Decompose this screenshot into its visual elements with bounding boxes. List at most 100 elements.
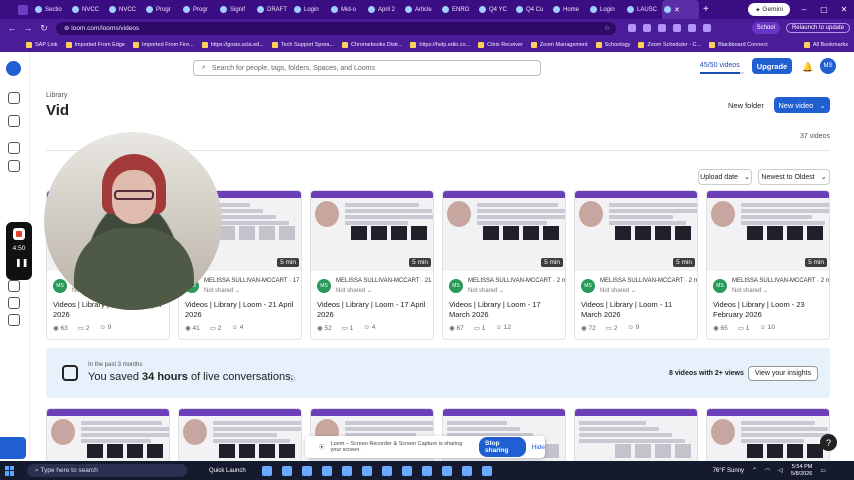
video-thumbnail[interactable]: 5 min [575,191,697,271]
avatar[interactable]: MS [820,58,836,74]
bookmark-item[interactable]: https://gosis.ucla.ed... [201,41,264,48]
tray-chevron-icon[interactable]: ⌃ [752,467,757,474]
notification-bell-icon[interactable]: 🔔 [802,62,813,73]
video-title[interactable]: Videos | Library | Loom - 23 February 20… [713,300,827,320]
taskbar-clock[interactable]: 5:54 PM 5/8/2026 [791,464,812,478]
browser-tab[interactable]: Login [588,0,625,19]
info-icon[interactable]: ⓘ [288,374,295,384]
sort-order-dropdown[interactable]: Newest to Oldest ⌄ [758,169,830,185]
app-icon[interactable] [461,465,472,476]
extension-icon[interactable] [643,24,651,32]
site-info-icon[interactable]: ⊜ [64,24,71,32]
new-folder-button[interactable]: New folder [728,97,764,113]
video-card[interactable]: 5 min MS MELISSA SULLIVAN-MCCART · 2 m Not … [442,190,566,340]
bookmark-item[interactable]: Imported From Edge [65,41,125,48]
home-icon[interactable] [8,142,20,154]
file-explorer-icon[interactable] [261,465,272,476]
video-thumbnail[interactable] [575,409,697,461]
video-card[interactable]: 5 min MS MELISSA SULLIVAN-MCCART · 2 m Not … [574,190,698,340]
bookmark-item[interactable]: Zoom Management [530,41,588,48]
reload-icon[interactable]: ↻ [36,23,52,34]
video-thumbnail[interactable]: 5 min [311,191,433,271]
app-icon[interactable] [381,465,392,476]
share-status[interactable]: Not shared ⌄ [732,287,768,294]
browser-tab[interactable]: NVCC [107,0,144,19]
video-thumbnail[interactable] [47,409,169,461]
browser-tab[interactable]: NVCC [70,0,107,19]
video-thumbnail[interactable] [707,409,829,461]
browser-menu-icon[interactable] [18,4,28,15]
bookmark-item[interactable]: Zoom Scheduler - C... [638,41,701,48]
url-field[interactable]: ⊜ loom.com/looms/videos ☆ [56,21,616,35]
firefox-icon[interactable] [281,465,292,476]
gear-icon[interactable] [8,297,20,309]
forward-icon[interactable]: → [20,23,36,33]
video-card[interactable] [178,408,302,461]
close-window-icon[interactable]: ✕ [834,5,854,14]
taskbar-search-input[interactable]: ⌕ Type here to search [27,464,187,477]
extension-icon[interactable] [688,24,696,32]
bookmark-item[interactable]: Tech Support Sprea... [271,41,334,48]
share-status[interactable]: Not shared ⌄ [204,287,240,294]
bookmark-item[interactable]: https://help.edio.co... [410,41,470,48]
video-thumbnail[interactable] [179,409,301,461]
volume-icon[interactable]: ◁ [778,467,783,474]
webcam-bubble[interactable] [44,132,222,310]
avatar[interactable]: MS [581,279,595,293]
minimize-icon[interactable]: – [794,5,814,14]
new-tab-icon[interactable]: + [703,4,709,15]
browser-tab[interactable]: Signif [218,0,255,19]
loom-logo-icon[interactable] [6,61,21,76]
video-card[interactable]: 5 min MS MELISSA SULLIVAN-MCCART · 2 m Not … [706,190,830,340]
sort-field-dropdown[interactable]: Upload date ⌄ [698,169,752,185]
new-video-button[interactable]: New video ⌄ [774,97,830,113]
upgrade-button[interactable]: Upgrade [752,58,792,74]
archive-icon[interactable] [8,314,20,326]
share-status[interactable]: Not shared ⌄ [468,287,504,294]
browser-tab[interactable]: Sectio [33,0,70,19]
browser-tab[interactable]: Article [403,0,440,19]
relaunch-button[interactable]: Relaunch to update [785,23,850,33]
wifi-icon[interactable]: ◠ [765,467,770,474]
video-title[interactable]: Videos | Library | Loom - 17 April 2026 [317,300,431,320]
video-thumbnail[interactable]: 5 min [707,191,829,271]
video-card[interactable] [46,408,170,461]
app-icon[interactable] [441,465,452,476]
windows-start-icon[interactable] [5,465,15,476]
video-card[interactable] [706,408,830,461]
bookmark-item[interactable]: Imported From Fire... [132,41,194,48]
stop-sharing-button[interactable]: Stop sharing [479,437,526,457]
browser-tab[interactable]: ENRO [440,0,477,19]
video-card[interactable]: 5 min MS MELISSA SULLIVAN-MCCART · 21 d Not… [310,190,434,340]
app-icon[interactable] [361,465,372,476]
extensions-puzzle-icon[interactable] [703,24,711,32]
extension-icon[interactable] [658,24,666,32]
browser-tab[interactable]: Q4 YC [477,0,514,19]
maximize-icon[interactable]: ▢ [814,5,834,14]
outlook-icon[interactable] [401,465,412,476]
all-bookmarks[interactable]: All Bookmarks [803,41,848,48]
workspace-icon[interactable] [8,92,20,104]
browser-tab[interactable]: Progr [144,0,181,19]
browser-tab[interactable]: DRAFT [255,0,292,19]
browser-tab[interactable]: Home [551,0,588,19]
video-card[interactable] [574,408,698,461]
help-button[interactable]: ? [820,434,837,451]
search-input[interactable]: ⌕ Search for people, tags, folders, Spac… [193,60,541,76]
weather-widget[interactable]: 76°F Sunny [713,468,744,474]
bookmark-star-icon[interactable]: ☆ [604,24,610,32]
pause-icon[interactable]: ❚❚ [15,258,28,267]
video-title[interactable]: Videos | Library | Loom - 11 March 2026 [581,300,695,320]
video-thumbnail[interactable]: 5 min [443,191,565,271]
excel-icon[interactable] [481,465,492,476]
browser-tab[interactable]: LAUSC [625,0,662,19]
stop-recording-button[interactable] [13,228,25,240]
browser-tab[interactable]: April 2 [366,0,403,19]
close-tab-icon[interactable]: ✕ [674,6,680,14]
add-user-icon[interactable] [8,115,20,127]
share-status[interactable]: Not shared ⌄ [600,287,636,294]
avatar[interactable]: MS [449,279,463,293]
notifications-icon[interactable] [8,280,20,292]
quick-launch[interactable]: Quick Launch [209,468,246,474]
bookmark-item[interactable]: Schoology [595,41,630,48]
